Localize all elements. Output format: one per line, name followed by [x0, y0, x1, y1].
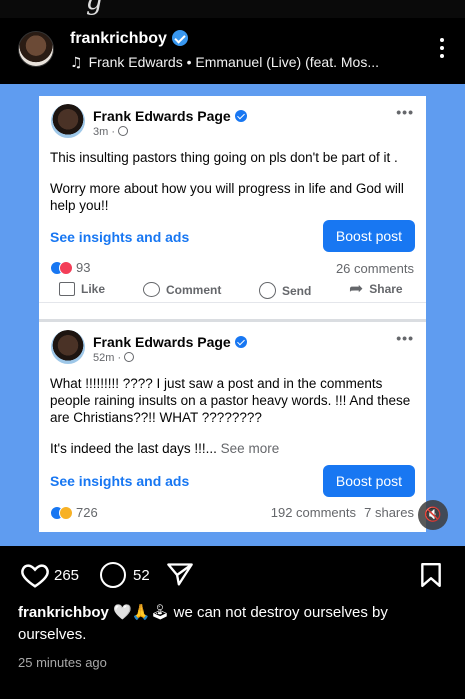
like-count[interactable]: 265	[54, 567, 79, 584]
page-name-label[interactable]: Frank Edwards Page	[93, 108, 231, 124]
fb-post-card-1: Frank Edwards Page 3m · ••• This insulti…	[39, 96, 426, 302]
caption: frankrichboy 🤍🙏🕹 we can not destroy ours…	[18, 602, 448, 646]
post-text-line1: This insulting pastors thing going on pl…	[50, 150, 398, 165]
share-arrow-icon: ➦	[349, 279, 364, 299]
music-label[interactable]: Frank Edwards • Emmanuel (Live) (feat. M…	[89, 54, 379, 70]
card-divider	[39, 302, 426, 322]
verified-badge-icon	[234, 336, 247, 348]
page-name-label[interactable]: Frank Edwards Page	[93, 334, 231, 350]
reaction-count: 93	[76, 260, 91, 275]
boost-post-button[interactable]: Boost post	[323, 220, 415, 252]
comment-icon[interactable]	[100, 562, 126, 588]
page-avatar[interactable]	[51, 330, 85, 364]
more-options-icon[interactable]	[439, 38, 445, 60]
globe-icon	[124, 352, 135, 362]
see-insights-link[interactable]: See insights and ads	[50, 229, 189, 245]
shares-count[interactable]: 7 shares	[364, 505, 414, 520]
share-button[interactable]: ➦ Share	[349, 279, 403, 299]
post-more-icon[interactable]: •••	[396, 330, 414, 346]
post-time: 3m ·	[93, 126, 128, 138]
page-name[interactable]: Frank Edwards Page	[93, 334, 247, 350]
bookmark-icon[interactable]	[420, 562, 442, 588]
comment-bubble-icon	[143, 282, 160, 297]
post-media[interactable]: Frank Edwards Page 3m · ••• This insulti…	[0, 84, 465, 546]
caption-username[interactable]: frankrichboy	[18, 604, 109, 621]
post-more-icon[interactable]: •••	[396, 104, 414, 120]
comment-label: Comment	[166, 282, 222, 297]
comments-count[interactable]: 26 comments	[336, 261, 414, 276]
music-note-icon: ♫	[70, 55, 83, 71]
sad-reaction-icon	[59, 506, 73, 520]
reaction-count: 726	[76, 505, 98, 520]
send-icon[interactable]	[166, 561, 194, 589]
post-actions: Like Comment Send ➦ Share	[39, 279, 426, 302]
reaction-summary[interactable]: 93	[50, 260, 90, 275]
post-time-label: 52m ·	[93, 352, 122, 364]
page-avatar[interactable]	[51, 104, 85, 138]
send-label: Send	[282, 283, 312, 298]
music-info[interactable]: ♫ Frank Edwards • Emmanuel (Live) (feat. …	[70, 54, 379, 71]
fb-post-card-2: Frank Edwards Page 52m · ••• What !!!!!!…	[39, 322, 426, 532]
globe-icon	[118, 126, 128, 136]
love-reaction-icon	[59, 261, 73, 275]
avatar[interactable]	[18, 31, 54, 67]
post-time-label: 3m ·	[93, 126, 115, 138]
post-text-line2-label: It's indeed the last days !!!...	[50, 441, 217, 456]
mute-icon[interactable]: 🔇	[418, 500, 448, 530]
reaction-summary[interactable]: 726	[50, 505, 98, 520]
post-text-line2: Worry more about how you will progress i…	[50, 181, 404, 213]
caption-emojis: 🤍🙏🕹	[113, 604, 170, 621]
comment-count[interactable]: 52	[133, 567, 150, 584]
previous-caption-fragment: g	[86, 0, 103, 16]
verified-badge-icon	[171, 30, 188, 46]
comment-button[interactable]: Comment	[143, 282, 221, 297]
post-timestamp: 25 minutes ago	[18, 655, 107, 670]
see-more-link[interactable]: See more	[217, 441, 280, 456]
post-text-line1: What !!!!!!!!! ???? I just saw a post an…	[50, 376, 411, 425]
comments-count[interactable]: 192 comments	[271, 505, 356, 520]
boost-post-button[interactable]: Boost post	[323, 465, 415, 497]
share-label: Share	[369, 282, 403, 296]
see-insights-link[interactable]: See insights and ads	[50, 473, 189, 489]
page-name[interactable]: Frank Edwards Page	[93, 108, 247, 124]
top-strip: g	[0, 0, 465, 18]
messenger-icon	[259, 282, 276, 299]
thumbs-up-icon	[59, 282, 75, 296]
post-time: 52m ·	[93, 352, 135, 364]
username[interactable]: frankrichboy	[70, 30, 188, 48]
username-label[interactable]: frankrichboy	[70, 30, 167, 47]
heart-icon[interactable]	[20, 560, 50, 590]
like-button[interactable]: Like	[59, 282, 105, 296]
like-label: Like	[81, 282, 106, 296]
action-toolbar: 265 52	[0, 558, 465, 594]
send-button[interactable]: Send	[259, 282, 311, 299]
post-text-line2: It's indeed the last days !!!... See mor…	[50, 440, 418, 457]
post-header: frankrichboy ♫ Frank Edwards • Emmanuel (…	[0, 18, 465, 84]
verified-badge-icon	[234, 110, 247, 122]
